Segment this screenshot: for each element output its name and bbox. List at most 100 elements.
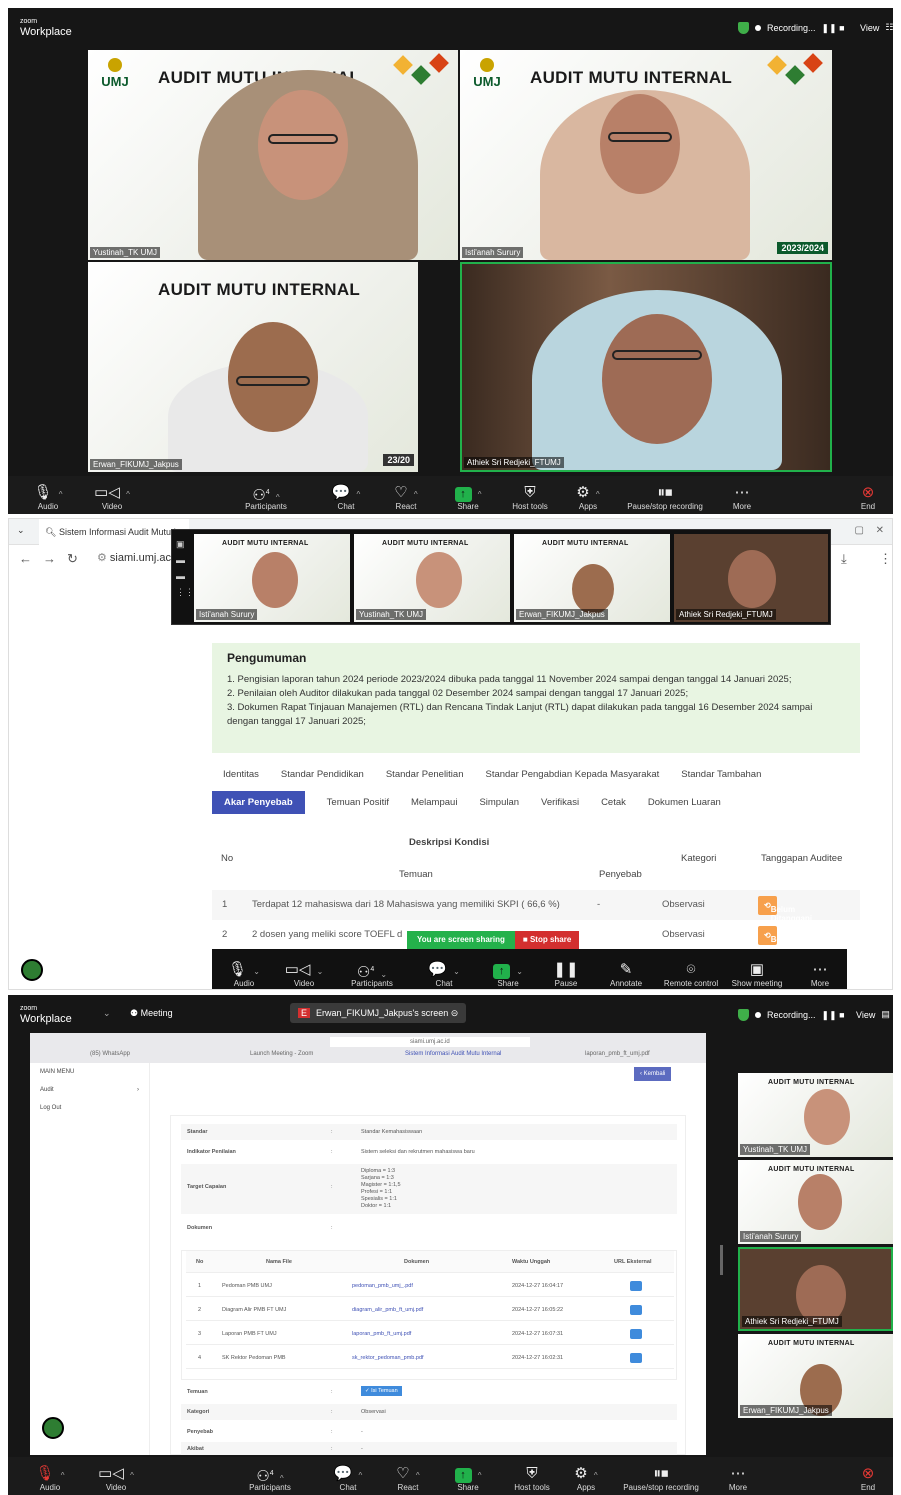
- annotate-fab-icon[interactable]: [21, 959, 43, 981]
- chat-button[interactable]: 💬 ^ Chat: [318, 1465, 378, 1492]
- close-icon: ⊗: [861, 1465, 875, 1482]
- sidebar-item-logout: Log Out: [40, 1105, 62, 1111]
- show-meeting-button[interactable]: ▣ Show meeting: [724, 961, 790, 988]
- download-icon[interactable]: ⤓: [841, 551, 847, 567]
- reload-icon[interactable]: ↻: [67, 551, 78, 567]
- react-button[interactable]: ♡ ^ React: [376, 484, 436, 511]
- splitter-handle[interactable]: [720, 1245, 723, 1275]
- pause-share-button[interactable]: ❚❚ Pause: [536, 961, 596, 988]
- side-tile-yustinah[interactable]: AUDIT MUTU INTERNAL Yustinah_TK UMJ: [738, 1073, 893, 1157]
- side-tile-erwan[interactable]: AUDIT MUTU INTERNAL Erwan_FIKUMJ_Jakpus: [738, 1334, 893, 1418]
- chevron-down-icon[interactable]: ⌄: [103, 1008, 111, 1019]
- restore-icon[interactable]: ▢: [855, 525, 864, 536]
- view-button[interactable]: View ▤: [856, 1009, 890, 1020]
- video-button[interactable]: ▭◁ ⌄ Video: [274, 961, 334, 988]
- pause-recording-button[interactable]: ⏸⏹ Pause/stop recording: [616, 1465, 706, 1492]
- video-button[interactable]: ▭◁ ^ Video: [82, 484, 142, 511]
- mouse-icon: ⌾: [686, 961, 696, 978]
- address-bar[interactable]: ⚙ siami.umj.ac: [97, 551, 171, 564]
- video-tile-erwan[interactable]: AUDIT MUTU INTERNAL 23/20 Erwan_FIKUMJ_J…: [88, 262, 418, 472]
- record-dot-icon: [755, 1012, 761, 1018]
- stop-share-button[interactable]: ■ Stop share: [514, 931, 580, 949]
- tab-verifikasi[interactable]: Verifikasi: [541, 797, 579, 808]
- recording-indicator[interactable]: Recording... ❚❚ ■: [738, 22, 845, 34]
- side-tile-athiek[interactable]: Athiek Sri Redjeki_FTUMJ: [738, 1247, 893, 1331]
- strip-tile-istianah[interactable]: AUDIT MUTU INTERNAL Isti'anah Surury: [194, 534, 350, 622]
- meeting-menu[interactable]: ⚉ Meeting: [130, 1008, 173, 1019]
- apps-button[interactable]: ⚙ ^ Apps: [556, 1465, 616, 1492]
- tab-simpulan[interactable]: Simpulan: [479, 797, 519, 808]
- annotate-button[interactable]: ✎ Annotate: [596, 961, 656, 988]
- shield-icon: [738, 1009, 749, 1021]
- isi-temuan-button: ✓ Isi Temuan: [361, 1386, 402, 1396]
- camera-icon: ▭◁ ^: [94, 484, 130, 501]
- window-icon: ▣: [749, 961, 765, 978]
- decor-icon: [392, 53, 452, 94]
- end-button[interactable]: ⊗ End: [848, 484, 888, 511]
- more-button[interactable]: ⋯ More: [712, 484, 772, 511]
- audio-button[interactable]: 🎙 ^ Audio: [18, 484, 78, 511]
- react-button[interactable]: ♡ ^ React: [378, 1465, 438, 1492]
- forward-icon[interactable]: →: [43, 551, 56, 566]
- zoom-logo: zoom Workplace: [20, 1005, 72, 1025]
- tab-standar-pengabdian[interactable]: Standar Pengabdian Kepada Masyarakat: [485, 769, 659, 780]
- back-icon[interactable]: ←: [19, 551, 32, 566]
- video-tile-athiek[interactable]: Athiek Sri Redjeki_FTUMJ: [460, 262, 832, 472]
- pause-recording-button[interactable]: ⏸⏹ Pause/stop recording: [620, 484, 710, 511]
- audio-button[interactable]: 🎙 ⌄ Audio: [214, 961, 274, 988]
- chat-button[interactable]: 💬 ^ Chat: [316, 484, 376, 511]
- tab-melampaui[interactable]: Melampaui: [411, 797, 457, 808]
- tab-temuan-positif[interactable]: Temuan Positif: [327, 797, 389, 808]
- view-button[interactable]: View ☷: [860, 22, 893, 33]
- participants-button[interactable]: ⚇4 ^ Participants: [240, 1465, 300, 1492]
- video-tile-istianah[interactable]: UMJ AUDIT MUTU INTERNAL 2023/2024 Isti'a…: [460, 50, 832, 260]
- share-button[interactable]: ↑ ^ Share: [438, 484, 498, 511]
- status-badge[interactable]: ⟲ Belum Ditanggapi: [758, 896, 812, 923]
- menu-icon[interactable]: ⋮: [879, 551, 892, 567]
- document-link: sk_rektor_pedoman_pmb.pdf: [352, 1355, 424, 1361]
- strip-controls[interactable]: ▣ ▬ ▬ ⋮⋮: [176, 536, 194, 600]
- participant-name: Erwan_FIKUMJ_Jakpus: [90, 459, 182, 470]
- share-button[interactable]: ↑ ^ Share: [438, 1465, 498, 1492]
- participants-button[interactable]: ⚇4 ⌄ Participants: [342, 961, 402, 988]
- video-strip[interactable]: ▣ ▬ ▬ ⋮⋮ AUDIT MUTU INTERNAL Isti'anah Surur…: [171, 529, 831, 625]
- tab-standar-penelitian[interactable]: Standar Penelitian: [386, 769, 464, 780]
- close-icon[interactable]: ✕: [876, 525, 884, 536]
- annotate-fab-icon[interactable]: [42, 1417, 64, 1439]
- tab-standar-tambahan[interactable]: Standar Tambahan: [681, 769, 761, 780]
- video-tile-yustinah[interactable]: UMJ AUDIT MUTU INTERNAL Yustinah_TK UMJ: [88, 50, 458, 260]
- more-button[interactable]: ⋯ More: [790, 961, 850, 988]
- strip-tile-athiek[interactable]: Athiek Sri Redjeki_FTUMJ: [674, 534, 828, 622]
- screen-owner-label[interactable]: E Erwan_FIKUMJ_Jakpus's screen ⊝: [290, 1003, 467, 1023]
- audio-button[interactable]: 🎙 ^ Audio: [20, 1465, 80, 1492]
- browser-tab[interactable]: 🔍︎ Sistem Informasi Audit Mutu I: [39, 519, 189, 545]
- share-button[interactable]: ↑ ⌄ Share: [478, 961, 538, 988]
- tab-identitas[interactable]: Identitas: [223, 769, 259, 780]
- participants-icon: ⚇4 ⌄: [356, 964, 388, 981]
- shared-sidebar: MAIN MENU Audit › Log Out: [30, 1063, 150, 1455]
- microphone-icon: 🎙 ^: [33, 484, 63, 501]
- chevron-down-icon[interactable]: ⌄: [17, 525, 25, 536]
- participants-button[interactable]: ⚇4 ^ Participants: [236, 484, 296, 511]
- host-tools-button[interactable]: ⛨ Host tools: [500, 484, 560, 511]
- apps-button[interactable]: ⚙ ^ Apps: [558, 484, 618, 511]
- more-button[interactable]: ⋯ More: [708, 1465, 768, 1492]
- end-button[interactable]: ⊗ End: [848, 1465, 888, 1492]
- status-badge[interactable]: ⟲ Belum Ditanggapi: [758, 926, 812, 953]
- tab-cetak[interactable]: Cetak: [601, 797, 626, 808]
- banner-text: AUDIT MUTU INTERNAL: [530, 68, 733, 87]
- recording-indicator[interactable]: Recording... ❚❚ ■: [738, 1009, 845, 1021]
- decor-icon: [766, 53, 826, 94]
- pause-icon[interactable]: ❚❚ ■: [822, 23, 845, 34]
- host-tools-button[interactable]: ⛨ Host tools: [502, 1465, 562, 1492]
- strip-tile-yustinah[interactable]: AUDIT MUTU INTERNAL Yustinah_TK UMJ: [354, 534, 510, 622]
- tab-akar-penyebab[interactable]: Akar Penyebab: [212, 791, 305, 814]
- tab-dokumen-luaran[interactable]: Dokumen Luaran: [648, 797, 721, 808]
- chat-button[interactable]: 💬 ⌄ Chat: [414, 961, 474, 988]
- remote-control-button[interactable]: ⌾ Remote control: [658, 961, 724, 988]
- strip-tile-erwan[interactable]: AUDIT MUTU INTERNAL Erwan_FIKUMJ_Jakpus: [514, 534, 670, 622]
- tab-standar-pendidikan[interactable]: Standar Pendidikan: [281, 769, 364, 780]
- video-button[interactable]: ▭◁ ^ Video: [86, 1465, 146, 1492]
- side-tile-istianah[interactable]: AUDIT MUTU INTERNAL Isti'anah Surury: [738, 1160, 893, 1244]
- banner-text: AUDIT MUTU INTERNAL: [158, 280, 361, 299]
